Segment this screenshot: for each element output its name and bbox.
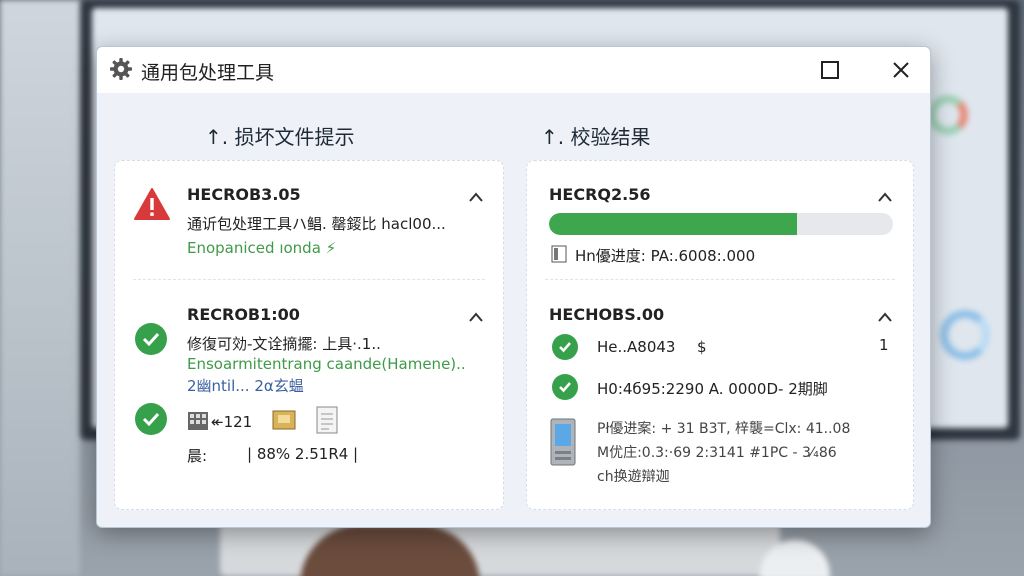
entry-title: HECROB3.05 [187,185,301,204]
background-left-wall [0,0,80,576]
result-item-extra: $ [697,338,707,356]
divider [133,279,485,280]
entry-title: RECROB1:00 [187,305,300,324]
detail-line: ch换遊辯迦 [597,469,670,485]
gear-icon [109,57,133,81]
check-icon [552,374,578,400]
files-count: ↞121 [211,413,253,431]
document-icon [315,405,339,439]
entry-status: Enopaniced ıonda ⚡ [187,239,337,257]
damaged-files-panel: HECROB3.05 通䜣包处理工具ハ鲳. 罄錽比 hacl00... Enop… [114,160,504,510]
maximize-button[interactable] [815,55,845,85]
verification-panel: HECRQ2.56 Hn優进度: PA:.6008:.000 HECHOBS.0… [526,160,914,510]
entry-status-detail: 2幽ntil... 2α玄蝹 [187,377,304,395]
size-summary: | 88% 2.51R4 | [247,445,359,463]
chevron-up-icon[interactable] [877,308,893,322]
progress-label: Hn優进度: PA:.6008:.000 [575,247,756,265]
close-button[interactable] [886,55,916,85]
entry-message: 修復可効-文诠摘擺: 上具·.1.. [187,335,381,353]
check-icon [552,334,578,360]
detail-line: M优庄:0.3:·69 2:3141 #1PC - 3⁄₄86 [597,445,837,461]
check-icon [135,323,167,355]
chevron-up-icon[interactable] [468,188,484,202]
tool-dialog: 通用包处理工具 ↑. 损坏文件提示 ↑. 校验结果 HECROB3.05 通䜣包… [96,46,931,528]
folder-icon [271,407,297,437]
check-icon [135,403,167,435]
background-ring [940,310,990,360]
grid-file-icon [187,411,209,435]
row-label: 晨: [187,447,208,465]
background-ring [928,95,968,135]
damaged-files-heading: ↑. 损坏文件提示 [205,125,355,149]
file-icon [551,245,567,267]
titlebar: 通用包处理工具 [97,47,930,93]
entry-status: Ensoarmitentrang caande(Hamene).. [187,355,466,373]
result-item-label: He..A8043 [597,338,676,356]
result-item-count: 1 [879,336,889,354]
entry-title: HECRQ2.56 [549,185,651,204]
progress-fill [549,213,797,235]
maximize-icon [821,61,839,79]
entry-title: HECHOBS.00 [549,305,665,324]
entry-message: 通䜣包处理工具ハ鲳. 罄錽比 hacl00... [187,215,446,233]
warning-icon [133,187,171,225]
chevron-up-icon[interactable] [468,308,484,322]
server-icon [549,417,577,471]
progress-bar [549,213,893,235]
detail-line: Pł優进案: + 31 B3T, 梓襲=Clx: 41..08 [597,421,851,437]
verification-results-heading: ↑. 校验结果 [541,125,651,149]
close-icon [893,62,909,78]
dialog-title: 通用包处理工具 [141,62,275,84]
result-item-label: H0:4б95:2290 A. 0000D- 2期脚 [597,380,828,398]
chevron-up-icon[interactable] [877,188,893,202]
divider [545,279,895,280]
